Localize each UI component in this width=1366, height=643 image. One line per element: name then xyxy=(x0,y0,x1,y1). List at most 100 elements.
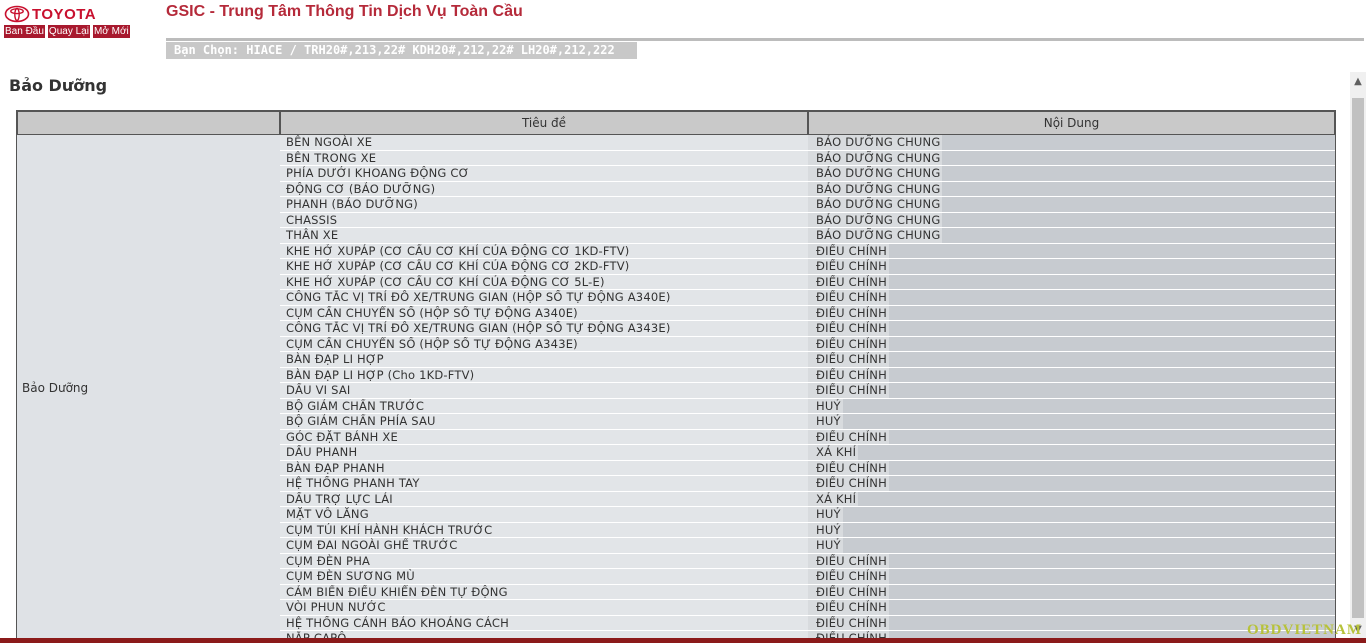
header-divider xyxy=(166,38,1364,41)
row-content-link[interactable]: BẢO DƯỠNG CHUNG xyxy=(808,150,1335,165)
row-title-link[interactable]: KHE HỞ XUPÁP (CƠ CẤU CƠ KHÍ CỦA ĐỘNG CƠ … xyxy=(280,274,808,289)
row-title-link[interactable]: CỤM TÚI KHÍ HÀNH KHÁCH TRƯỚC xyxy=(280,522,808,537)
row-title-link[interactable]: CỤM ĐÈN PHA xyxy=(280,553,808,568)
row-content-link[interactable]: HUỶ xyxy=(808,507,1335,522)
row-title-link[interactable]: CÔNG TẮC VỊ TRÍ ĐỖ XE/TRUNG GIAN (HỘP SỐ… xyxy=(280,321,808,336)
row-content-label: BẢO DƯỠNG CHUNG xyxy=(816,228,941,242)
row-title-link[interactable]: BÊN TRONG XE xyxy=(280,150,808,165)
row-title-link[interactable]: VÒI PHUN NƯỚC xyxy=(280,600,808,615)
row-title-link[interactable]: CẢM BIẾN ĐIỀU KHIỂN ĐÈN TỰ ĐỘNG xyxy=(280,584,808,599)
row-content-label: HUỶ xyxy=(816,398,841,413)
row-title-link[interactable]: BÀN ĐẠP LI HỢP (Cho 1KD-FTV) xyxy=(280,367,808,382)
row-content-link[interactable]: XẢ KHÍ xyxy=(808,445,1335,460)
row-title-link[interactable]: HỆ THỐNG PHANH TAY xyxy=(280,476,808,491)
row-title-link[interactable]: BÊN NGOÀI XE xyxy=(280,135,808,150)
table-row: BÊN NGOÀI XE BẢO DƯỠNG CHUNG xyxy=(280,135,1335,151)
row-content-link[interactable]: HUỶ xyxy=(808,522,1335,537)
scrollbar-thumb[interactable] xyxy=(1352,98,1364,618)
table-row: GÓC ĐẶT BÁNH XE ĐIỀU CHỈNH xyxy=(280,429,1335,445)
row-content-label: ĐIỀU CHỈNH xyxy=(816,460,887,475)
row-title-link[interactable]: GÓC ĐẶT BÁNH XE xyxy=(280,429,808,444)
row-content-link[interactable]: ĐIỀU CHỈNH xyxy=(808,460,1335,475)
row-content-link[interactable]: ĐIỀU CHỈNH xyxy=(808,259,1335,274)
row-content-link[interactable]: ĐIỀU CHỈNH xyxy=(808,569,1335,584)
table-row: CỤM CẦN CHUYỂN SỐ (HỘP SỐ TỰ ĐỘNG A343E)… xyxy=(280,336,1335,352)
row-content-label: ĐIỀU CHỈNH xyxy=(816,429,887,444)
row-content-label: ĐIỀU CHỈNH xyxy=(816,553,887,568)
row-title-link[interactable]: DẦU TRỢ LỰC LÁI xyxy=(280,491,808,506)
row-title-link[interactable]: MẶT VÔ LĂNG xyxy=(280,507,808,522)
row-title-link[interactable]: PHANH (BẢO DƯỠNG) xyxy=(280,197,808,212)
row-content-label: ĐIỀU CHỈNH xyxy=(816,336,887,351)
row-content-link[interactable]: ĐIỀU CHỈNH xyxy=(808,290,1335,305)
row-content-link[interactable]: HUỶ xyxy=(808,414,1335,429)
row-title-link[interactable]: BÀN ĐẠP PHANH xyxy=(280,460,808,475)
scroll-up-icon[interactable]: ▲ xyxy=(1350,72,1366,90)
row-title-link[interactable]: BỘ GIẢM CHẤN PHÍA SAU xyxy=(280,414,808,429)
row-title-link[interactable]: PHÍA DƯỚI KHOANG ĐỘNG CƠ xyxy=(280,166,808,181)
row-title-link[interactable]: CỤM CẦN CHUYỂN SỐ (HỘP SỐ TỰ ĐỘNG A343E) xyxy=(280,336,808,351)
row-content-link[interactable]: ĐIỀU CHỈNH xyxy=(808,553,1335,568)
row-title-link[interactable]: THÂN XE xyxy=(280,228,808,243)
row-content-link[interactable]: ĐIỀU CHỈNH xyxy=(808,243,1335,258)
row-title-link[interactable]: CHASSIS xyxy=(280,212,808,227)
row-content-link[interactable]: BẢO DƯỠNG CHUNG xyxy=(808,166,1335,181)
row-title-link[interactable]: ĐỘNG CƠ (BẢO DƯỠNG) xyxy=(280,181,808,196)
row-content-link[interactable]: ĐIỀU CHỈNH xyxy=(808,321,1335,336)
row-content-link[interactable]: BẢO DƯỠNG CHUNG xyxy=(808,181,1335,196)
row-title-link[interactable]: CÔNG TẮC VỊ TRÍ ĐỖ XE/TRUNG GIAN (HỘP SỐ… xyxy=(280,290,808,305)
row-content-label: HUỶ xyxy=(816,507,841,521)
table-row: CÔNG TẮC VỊ TRÍ ĐỖ XE/TRUNG GIAN (HỘP SỐ… xyxy=(280,321,1335,337)
row-content-link[interactable]: BẢO DƯỠNG CHUNG xyxy=(808,135,1335,150)
row-content-label: ĐIỀU CHỈNH xyxy=(816,600,887,614)
table-row: KHE HỞ XUPÁP (CƠ CẤU CƠ KHÍ CỦA ĐỘNG CƠ … xyxy=(280,259,1335,275)
row-content-label: ĐIỀU CHỈNH xyxy=(816,274,887,289)
table-row: CỤM TÚI KHÍ HÀNH KHÁCH TRƯỚC HUỶ xyxy=(280,522,1335,538)
row-title-link[interactable]: HỆ THỐNG CẢNH BÁO KHOẢNG CÁCH xyxy=(280,615,808,630)
row-content-link[interactable]: ĐIỀU CHỈNH xyxy=(808,383,1335,398)
row-title-link[interactable]: CỤM CẦN CHUYỂN SỐ (HỘP SỐ TỰ ĐỘNG A340E) xyxy=(280,305,808,320)
row-content-link[interactable]: BẢO DƯỠNG CHUNG xyxy=(808,212,1335,227)
row-title-link[interactable]: NẮP CAPÔ xyxy=(280,631,808,638)
table-row: HỆ THỐNG CẢNH BÁO KHOẢNG CÁCH ĐIỀU CHỈNH xyxy=(280,615,1335,631)
row-content-label: BẢO DƯỠNG CHUNG xyxy=(816,212,941,227)
table-rows: BÊN NGOÀI XE BẢO DƯỠNG CHUNG BÊN TRONG XE B… xyxy=(280,135,1335,638)
logo-text: TOYOTA xyxy=(32,5,97,23)
nav-button-home[interactable]: Ban Đầu xyxy=(4,25,45,38)
row-content-link[interactable]: ĐIỀU CHỈNH xyxy=(808,336,1335,351)
row-title-link[interactable]: CỤM ĐÈN SƯƠNG MÙ xyxy=(280,569,808,584)
maintenance-table: Tiêu đề Nội Dung Bảo Dưỡng BÊN NGOÀI XE B… xyxy=(16,110,1336,638)
row-content-link[interactable]: HUỶ xyxy=(808,538,1335,553)
row-title-link[interactable]: BỘ GIẢM CHẤN TRƯỚC xyxy=(280,398,808,413)
row-content-label: ĐIỀU CHỈNH xyxy=(816,290,887,304)
row-content-link[interactable]: BẢO DƯỠNG CHUNG xyxy=(808,197,1335,212)
row-title-link[interactable]: DẦU VI SAI xyxy=(280,383,808,398)
table-row: BÀN ĐẠP PHANH ĐIỀU CHỈNH xyxy=(280,460,1335,476)
nav-button-back[interactable]: Quay Lại xyxy=(47,25,90,38)
row-content-label: ĐIỀU CHỈNH xyxy=(816,243,887,258)
row-content-link[interactable]: ĐIỀU CHỈNH xyxy=(808,367,1335,382)
nav-button-new[interactable]: Mở Mới xyxy=(92,25,130,38)
row-title-link[interactable]: CỤM ĐAI NGOÀI GHẾ TRƯỚC xyxy=(280,538,808,553)
row-title-link[interactable]: DẦU PHANH xyxy=(280,445,808,460)
row-content-link[interactable]: ĐIỀU CHỈNH xyxy=(808,352,1335,367)
row-content-link[interactable]: HUỶ xyxy=(808,398,1335,413)
row-content-label: BẢO DƯỠNG CHUNG xyxy=(816,181,941,196)
row-content-link[interactable]: BẢO DƯỠNG CHUNG xyxy=(808,228,1335,243)
row-content-link[interactable]: ĐIỀU CHỈNH xyxy=(808,476,1335,491)
row-title-link[interactable]: BÀN ĐẠP LI HỢP xyxy=(280,352,808,367)
row-content-link[interactable]: XẢ KHÍ xyxy=(808,491,1335,506)
row-content-link[interactable]: ĐIỀU CHỈNH xyxy=(808,429,1335,444)
row-content-link[interactable]: ĐIỀU CHỈNH xyxy=(808,274,1335,289)
row-content-link[interactable]: ĐIỀU CHỈNH xyxy=(808,305,1335,320)
row-content-label: BẢO DƯỠNG CHUNG xyxy=(816,150,941,165)
row-title-link[interactable]: KHE HỞ XUPÁP (CƠ CẤU CƠ KHÍ CỦA ĐỘNG CƠ … xyxy=(280,243,808,258)
row-content-label: ĐIỀU CHỈNH xyxy=(816,383,887,397)
table-row: BÀN ĐẠP LI HỢP ĐIỀU CHỈNH xyxy=(280,352,1335,368)
row-title-link[interactable]: KHE HỞ XUPÁP (CƠ CẤU CƠ KHÍ CỦA ĐỘNG CƠ … xyxy=(280,259,808,274)
section-title: Bảo Dưỡng xyxy=(9,76,108,95)
row-content-link[interactable]: ĐIỀU CHỈNH xyxy=(808,600,1335,615)
vertical-scrollbar[interactable]: ▲ ▼ xyxy=(1350,72,1366,638)
row-content-link[interactable]: ĐIỀU CHỈNH xyxy=(808,584,1335,599)
toyota-emblem-icon xyxy=(4,5,30,23)
